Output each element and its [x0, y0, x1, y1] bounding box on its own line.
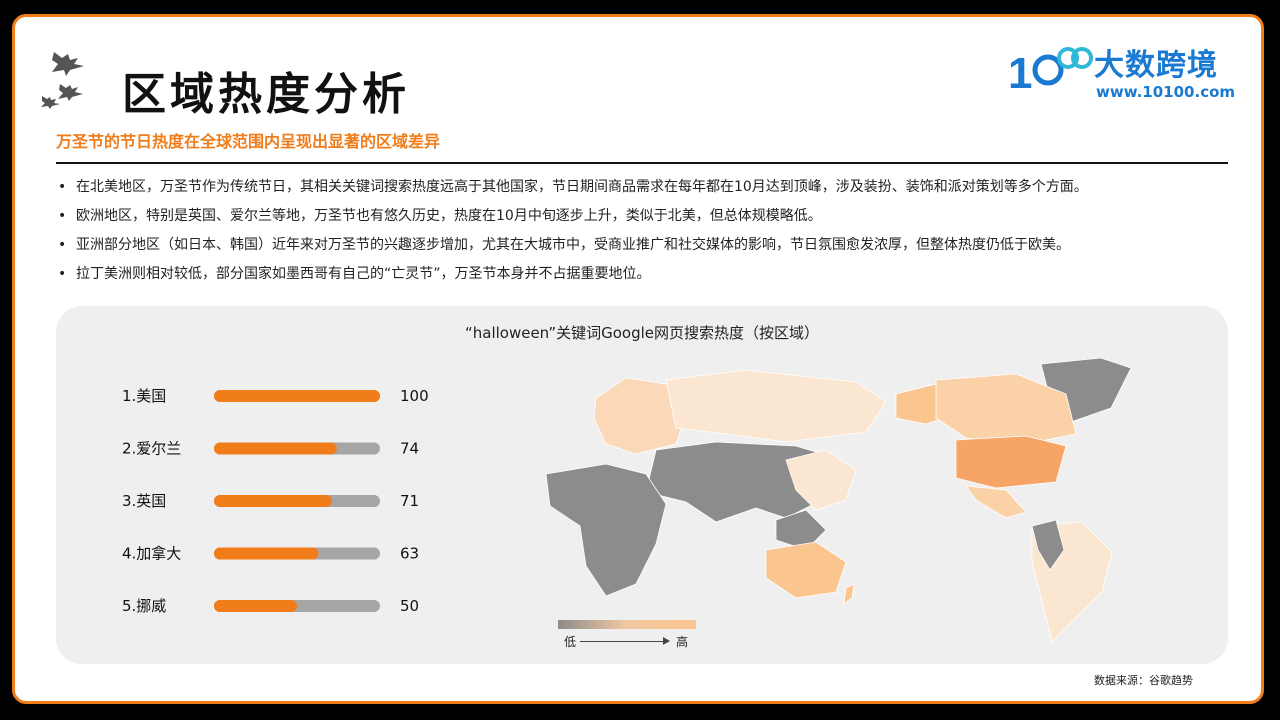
bar-category-label: 3.英国: [122, 492, 166, 510]
bullet-list: 在北美地区，万圣节作为传统节日，其相关关键词搜索热度远高于其他国家，节日期间商品…: [56, 176, 1246, 292]
map-region-usa: [955, 435, 1067, 489]
world-heat-map: [545, 357, 1132, 643]
bar-value-label: 71: [400, 492, 419, 510]
map-region-australia: [765, 541, 847, 599]
bar-chart: 1.美国 100 2.爱尔兰 74 3.英国 71 4.加拿大 63 5.挪威 50: [122, 387, 429, 615]
bar-value: [214, 442, 337, 455]
bullet-item: 拉丁美洲则相对较低，部分国家如墨西哥有自己的“亡灵节”，万圣节本身并不占据重要地…: [56, 263, 1246, 292]
data-source: 数据来源：谷歌趋势: [1094, 674, 1193, 687]
bar-value-label: 50: [400, 597, 419, 615]
legend-arrow-icon: [580, 637, 670, 645]
page-title: 区域热度分析: [122, 69, 410, 120]
bar-value-label: 63: [400, 545, 419, 563]
legend-high-label: 高: [676, 635, 689, 649]
subtitle: 万圣节的节日热度在全球范围内呈现出显著的区域差异: [56, 132, 441, 151]
legend-low-label: 低: [564, 635, 577, 649]
bar-category-label: 2.爱尔兰: [122, 440, 181, 458]
brand-name: 大数跨境: [1094, 48, 1218, 83]
bar-value: [214, 390, 380, 402]
bar-value: [214, 547, 319, 560]
bar-value-label: 100: [400, 387, 429, 405]
legend-gradient: [558, 620, 696, 629]
map-legend: 低 高: [558, 620, 696, 650]
brand-url[interactable]: www.10100.com: [1096, 83, 1235, 101]
divider: [56, 162, 1228, 164]
svg-text:1: 1: [1008, 49, 1032, 98]
bar-value-label: 74: [400, 440, 419, 458]
map-region-russia: [665, 369, 887, 443]
bullet-item: 在北美地区，万圣节作为传统节日，其相关关键词搜索热度远高于其他国家，节日期间商品…: [56, 176, 1246, 205]
bar-category-label: 5.挪威: [122, 597, 166, 615]
chart-panel: “halloween”关键词Google网页搜索热度（按区域） 1.美国 100 2…: [56, 306, 1228, 664]
map-region-mexico: [965, 485, 1027, 519]
bar-value: [214, 600, 297, 612]
bar-category-label: 4.加拿大: [122, 545, 181, 563]
bar-value: [214, 495, 332, 507]
bar-category-label: 1.美国: [122, 387, 166, 405]
map-region-africa: [545, 463, 667, 597]
bullet-item: 亚洲部分地区（如日本、韩国）近年来对万圣节的兴趣逐步增加，尤其在大城市中，受商业…: [56, 234, 1246, 263]
bullet-item: 欧洲地区，特别是英国、爱尔兰等地，万圣节也有悠久历史，热度在10月中旬逐步上升，…: [56, 205, 1246, 234]
bats-icon: [41, 52, 84, 109]
map-region-nz: [843, 583, 855, 605]
